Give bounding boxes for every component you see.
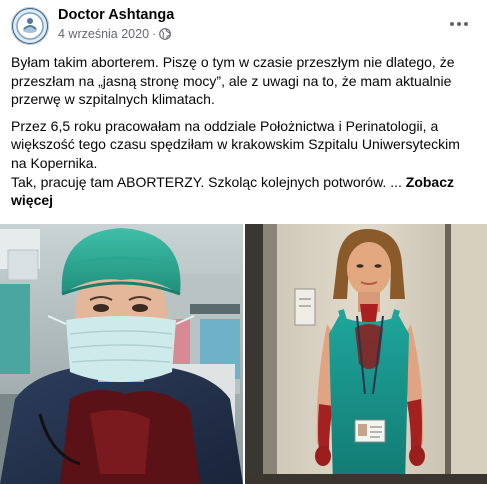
post-paragraph-2: Przez 6,5 roku pracowałam na oddziale Po… bbox=[11, 117, 460, 171]
more-options-dot bbox=[464, 22, 468, 26]
facebook-post: Doctor Ashtanga 4 września 2020 · Byłam … bbox=[0, 0, 487, 484]
post-last-line: Tak, pracuję tam ABORTERZY. Szkoląc kole… bbox=[11, 173, 477, 210]
post-text: Byłam takim aborterem. Piszę o tym w cza… bbox=[11, 53, 477, 210]
more-options-icon bbox=[450, 22, 454, 26]
photo-woman-teal-top[interactable] bbox=[245, 224, 487, 484]
photo-bottom-edge bbox=[245, 474, 487, 484]
author-name[interactable]: Doctor Ashtanga bbox=[58, 7, 174, 23]
post-header: Doctor Ashtanga 4 września 2020 · bbox=[0, 0, 487, 50]
post-meta: 4 września 2020 · bbox=[58, 27, 172, 41]
globe-icon bbox=[159, 28, 172, 40]
more-options-dot bbox=[457, 22, 461, 26]
post-date[interactable]: 4 września 2020 bbox=[58, 27, 149, 41]
post-paragraph-1: Byłam takim aborterem. Piszę o tym w cza… bbox=[11, 54, 455, 108]
post-line-3: Tak, pracuję tam ABORTERZY. Szkoląc kole… bbox=[11, 173, 402, 190]
author-avatar[interactable] bbox=[11, 7, 49, 45]
more-options-button[interactable] bbox=[443, 10, 475, 38]
photo-surgeon-masked[interactable] bbox=[0, 224, 243, 484]
post-photos bbox=[0, 224, 487, 484]
meta-separator: · bbox=[152, 27, 157, 41]
